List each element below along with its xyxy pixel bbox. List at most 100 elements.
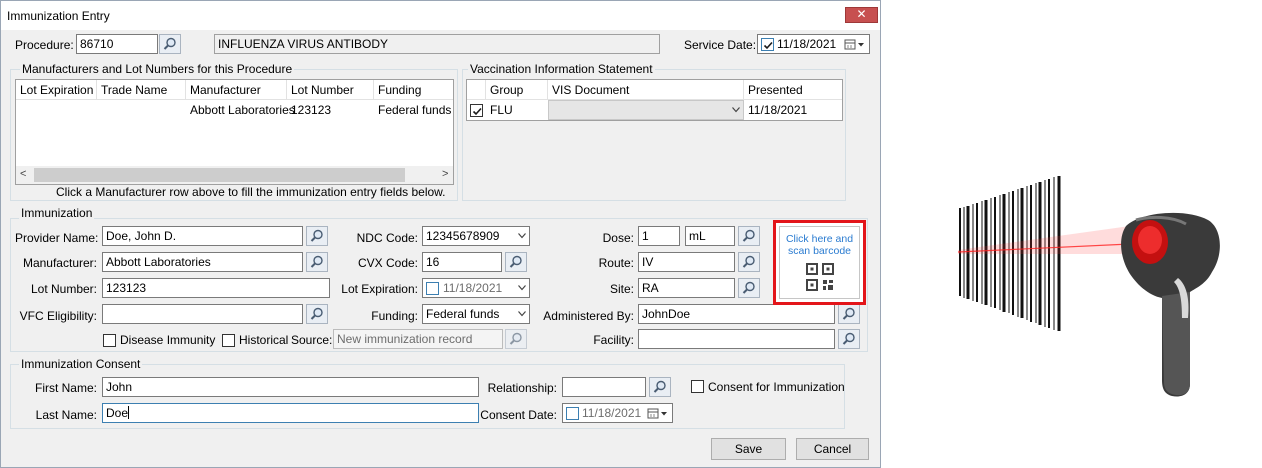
lot-expiration-value: 11/18/2021 bbox=[443, 281, 503, 295]
text-cursor bbox=[128, 406, 130, 419]
source-search-button[interactable] bbox=[505, 329, 527, 349]
title-bar: Immunization Entry ✕ bbox=[1, 1, 880, 30]
search-icon bbox=[742, 255, 755, 268]
search-icon bbox=[842, 332, 855, 345]
table-cell: FLU bbox=[490, 103, 513, 117]
consent-date-label: Consent Date: bbox=[480, 408, 557, 422]
barcode-graphic bbox=[958, 176, 1064, 333]
procedure-label: Procedure: bbox=[15, 38, 74, 52]
dose-unit-input[interactable]: mL bbox=[685, 226, 735, 246]
barcode-scanner-icon bbox=[1121, 212, 1220, 397]
funding-label: Funding: bbox=[371, 309, 418, 323]
lot-number-label: Lot Number: bbox=[30, 282, 97, 296]
vfc-search-button[interactable] bbox=[306, 304, 328, 324]
barcode-scanner-illustration bbox=[957, 176, 1220, 397]
column-header[interactable]: VIS Document bbox=[548, 80, 744, 100]
administered-by-search-button[interactable] bbox=[838, 304, 860, 324]
consent-date-checkbox[interactable] bbox=[566, 407, 579, 420]
lot-expiration-checkbox[interactable] bbox=[426, 282, 439, 295]
historical-checkbox[interactable] bbox=[222, 334, 235, 347]
lot-number-input[interactable]: 123123 bbox=[102, 278, 330, 298]
horizontal-scrollbar[interactable]: < > bbox=[16, 166, 453, 184]
immunization-entry-window: Immunization Entry ✕ Procedure: 86710 IN… bbox=[0, 0, 881, 468]
dose-unit-search-button[interactable] bbox=[738, 226, 760, 246]
consent-for-immunization-label: Consent for Immunization bbox=[708, 380, 845, 394]
route-input[interactable]: IV bbox=[638, 252, 735, 272]
search-icon bbox=[742, 229, 755, 242]
chevron-down-icon bbox=[518, 233, 526, 239]
service-date-value: 11/18/2021 bbox=[777, 37, 837, 51]
table-cell bbox=[97, 100, 186, 120]
close-button[interactable]: ✕ bbox=[845, 7, 878, 23]
route-search-button[interactable] bbox=[738, 252, 760, 272]
last-name-input[interactable]: Doe bbox=[102, 403, 479, 423]
service-date-picker[interactable]: 11/18/2021 bbox=[757, 34, 870, 54]
provider-search-button[interactable] bbox=[306, 226, 328, 246]
manufacturers-group-title: Manufacturers and Lot Numbers for this P… bbox=[20, 62, 295, 76]
column-header[interactable]: Funding bbox=[374, 80, 453, 100]
last-name-label: Last Name: bbox=[35, 408, 97, 422]
consent-date-picker[interactable]: 11/18/2021 bbox=[562, 403, 673, 423]
table-cell: 123123 bbox=[291, 103, 332, 117]
table-row[interactable]: Abbott Laboratories 123123 Federal funds bbox=[16, 100, 453, 120]
cvx-search-button[interactable] bbox=[505, 252, 527, 272]
manufacturer-input[interactable]: Abbott Laboratories bbox=[102, 252, 303, 272]
scroll-right-button[interactable]: > bbox=[442, 168, 448, 180]
cvx-code-label: CVX Code: bbox=[357, 256, 418, 270]
disease-immunity-checkbox[interactable] bbox=[103, 334, 116, 347]
column-header[interactable]: Lot Number bbox=[287, 80, 374, 100]
vis-document-select[interactable] bbox=[548, 100, 744, 120]
table-row[interactable]: FLU 11/18/2021 bbox=[467, 100, 842, 120]
vis-grid[interactable]: Group VIS Document Presented FLU 11/18/2… bbox=[466, 79, 843, 121]
administered-by-input[interactable]: JohnDoe bbox=[638, 304, 835, 324]
calendar-icon[interactable] bbox=[647, 407, 669, 420]
column-header[interactable]: Group bbox=[486, 80, 548, 100]
dose-input[interactable]: 1 bbox=[638, 226, 680, 246]
scroll-left-button[interactable]: < bbox=[20, 168, 26, 180]
relationship-label: Relationship: bbox=[487, 381, 557, 395]
search-icon bbox=[509, 332, 522, 345]
first-name-input[interactable]: John bbox=[102, 377, 479, 397]
site-search-button[interactable] bbox=[738, 278, 760, 298]
column-header[interactable]: Manufacturer bbox=[186, 80, 287, 100]
scan-barcode-button[interactable]: Click here and scan barcode bbox=[773, 220, 866, 305]
lot-expiration-label: Lot Expiration: bbox=[341, 282, 418, 296]
relationship-search-button[interactable] bbox=[649, 377, 671, 397]
calendar-icon[interactable] bbox=[844, 38, 866, 51]
vfc-eligibility-input[interactable] bbox=[102, 304, 303, 324]
column-header[interactable]: Presented bbox=[744, 80, 842, 100]
facility-label: Facility: bbox=[593, 333, 634, 347]
manufacturers-hint: Click a Manufacturer row above to fill t… bbox=[56, 185, 446, 199]
procedure-description: INFLUENZA VIRUS ANTIBODY bbox=[214, 34, 660, 54]
cancel-button[interactable]: Cancel bbox=[796, 438, 869, 460]
dose-label: Dose: bbox=[602, 231, 634, 245]
ndc-code-select[interactable]: 12345678909 bbox=[422, 226, 530, 246]
column-header[interactable]: Trade Name bbox=[97, 80, 186, 100]
service-date-label: Service Date: bbox=[684, 38, 757, 52]
procedure-code-input[interactable]: 86710 bbox=[76, 34, 158, 54]
save-button[interactable]: Save bbox=[711, 438, 786, 460]
consent-for-immunization-checkbox[interactable] bbox=[691, 380, 704, 393]
manufacturers-grid[interactable]: Lot Expiration Trade Name Manufacturer L… bbox=[15, 79, 454, 185]
column-header bbox=[467, 80, 486, 100]
vis-row-checkbox[interactable] bbox=[470, 104, 483, 117]
service-date-checkbox[interactable] bbox=[761, 38, 774, 51]
manufacturer-label: Manufacturer: bbox=[22, 256, 97, 270]
scan-barcode-text: Click here and scan barcode bbox=[785, 233, 854, 257]
funding-select[interactable]: Federal funds bbox=[422, 304, 530, 324]
column-header[interactable]: Lot Expiration bbox=[16, 80, 97, 100]
cvx-code-input[interactable]: 16 bbox=[422, 252, 502, 272]
table-cell: Abbott Laboratories bbox=[190, 103, 295, 117]
route-label: Route: bbox=[598, 256, 634, 270]
source-input[interactable]: New immunization record bbox=[333, 329, 503, 349]
manufacturer-search-button[interactable] bbox=[306, 252, 328, 272]
provider-name-input[interactable]: Doe, John D. bbox=[102, 226, 303, 246]
procedure-search-button[interactable] bbox=[159, 34, 181, 54]
facility-input[interactable] bbox=[638, 329, 835, 349]
table-cell: 11/18/2021 bbox=[748, 103, 808, 117]
site-input[interactable]: RA bbox=[638, 278, 735, 298]
facility-search-button[interactable] bbox=[838, 329, 860, 349]
scrollbar-thumb[interactable] bbox=[34, 168, 405, 182]
relationship-input[interactable] bbox=[562, 377, 646, 397]
lot-expiration-picker[interactable]: 11/18/2021 bbox=[422, 278, 530, 298]
